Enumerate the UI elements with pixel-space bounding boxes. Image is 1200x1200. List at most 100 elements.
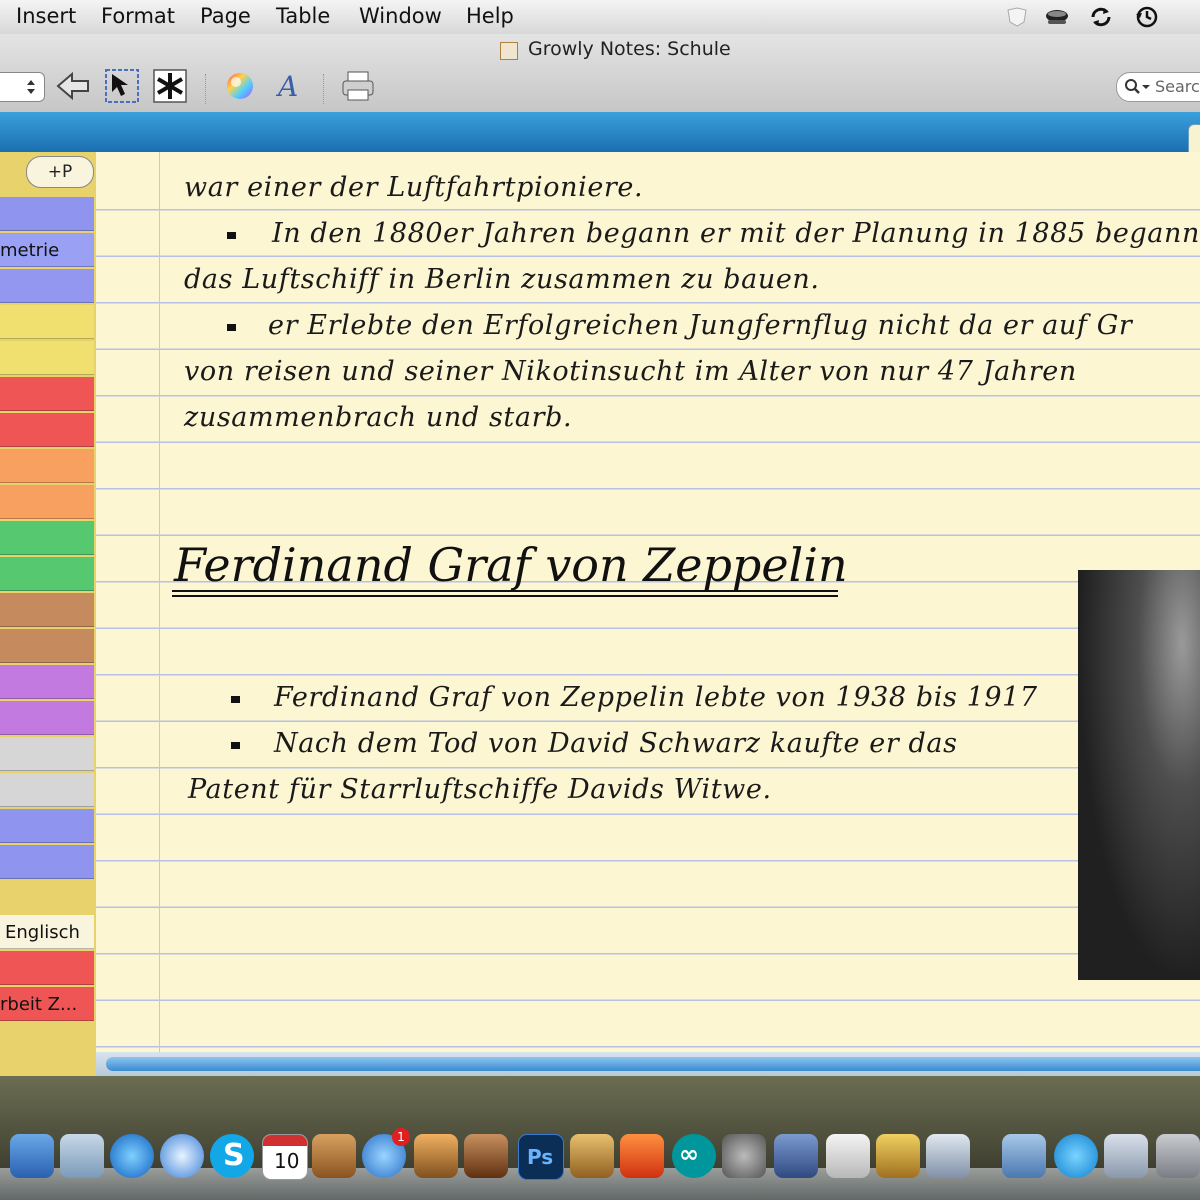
horizontal-scrollbar[interactable] xyxy=(96,1052,1200,1076)
time-machine-icon[interactable] xyxy=(1134,4,1160,30)
section-tab[interactable]: rbeit Z... xyxy=(0,987,94,1021)
itunes-icon[interactable] xyxy=(110,1134,154,1178)
section-tab[interactable] xyxy=(0,629,94,663)
arduino-icon[interactable]: ∞ xyxy=(672,1134,716,1178)
section-tab[interactable] xyxy=(0,197,94,231)
menu-page[interactable]: Page xyxy=(200,4,251,28)
growly-notes-icon[interactable] xyxy=(876,1134,920,1178)
skype-icon[interactable]: S xyxy=(210,1134,254,1178)
section-tab[interactable] xyxy=(0,305,94,339)
note-line[interactable]: war einer der Luftfahrtpioniere. xyxy=(184,172,643,203)
section-tab[interactable]: Englisch xyxy=(0,915,94,949)
zoom-stepper[interactable] xyxy=(0,72,45,102)
section-tab[interactable] xyxy=(0,413,94,447)
section-tab[interactable] xyxy=(0,341,94,375)
zeppelin-portrait-image[interactable] xyxy=(1078,570,1200,980)
trash-icon[interactable] xyxy=(1156,1134,1200,1178)
section-tab[interactable] xyxy=(0,701,94,735)
coffee-cup-icon[interactable] xyxy=(1044,4,1070,30)
garageband-icon[interactable] xyxy=(464,1134,508,1178)
stepper-arrows-icon xyxy=(27,80,35,94)
bullet-icon xyxy=(227,324,236,331)
photo-booth-icon[interactable] xyxy=(926,1134,970,1178)
preview-icon[interactable] xyxy=(60,1134,104,1178)
note-line[interactable]: das Luftschiff in Berlin zusammen zu bau… xyxy=(184,264,820,295)
note-line[interactable]: zusammenbrach und starb. xyxy=(184,402,572,433)
heading-underline xyxy=(172,590,838,592)
menu-help[interactable]: Help xyxy=(466,4,514,28)
finder-icon[interactable] xyxy=(10,1134,54,1178)
toolbar-separator xyxy=(205,74,207,104)
delicious-library-icon[interactable] xyxy=(312,1134,356,1178)
note-line[interactable]: er Erlebte den Erfolgreichen Jungfernflu… xyxy=(268,310,1132,341)
columns-app-icon[interactable] xyxy=(774,1134,818,1178)
menu-insert[interactable]: Insert xyxy=(16,4,76,28)
document-proxy-icon[interactable] xyxy=(500,42,518,60)
section-tab-label: rbeit Z... xyxy=(0,994,78,1015)
section-tab[interactable] xyxy=(0,485,94,519)
search-field[interactable]: Search xyxy=(1116,72,1200,102)
section-tab[interactable]: metrie xyxy=(0,233,94,267)
section-tab[interactable] xyxy=(0,269,94,303)
section-tab[interactable] xyxy=(0,521,94,555)
asterisk-tool-icon[interactable] xyxy=(150,66,190,106)
bullet-icon xyxy=(231,696,240,703)
textedit-icon[interactable] xyxy=(826,1134,870,1178)
section-tab-label: metrie xyxy=(0,240,60,261)
applications-folder-icon[interactable] xyxy=(1002,1134,1046,1178)
color-wheel-icon[interactable] xyxy=(220,66,260,106)
page-corner-tab[interactable] xyxy=(1188,124,1200,154)
menu-window[interactable]: Window xyxy=(359,4,442,28)
section-tab[interactable] xyxy=(0,809,94,843)
calendar-header xyxy=(263,1135,307,1146)
menu-table[interactable]: Table xyxy=(276,4,330,28)
section-tab[interactable] xyxy=(0,557,94,591)
calendar-icon[interactable]: 10 xyxy=(262,1134,308,1180)
note-line[interactable]: Nach dem Tod von David Schwarz kaufte er… xyxy=(274,728,958,759)
note-line[interactable]: Patent für Starrluftschiffe Davids Witwe… xyxy=(188,774,772,805)
section-tab[interactable] xyxy=(0,951,94,985)
firefox-icon[interactable] xyxy=(620,1134,664,1178)
navigate-arrow-icon[interactable] xyxy=(54,66,94,106)
scrollbar-thumb[interactable] xyxy=(106,1057,1200,1071)
photoshop-label: Ps xyxy=(527,1145,554,1169)
window-titlebar: Growly Notes: Schule A Search xyxy=(0,34,1200,113)
mail-icon[interactable] xyxy=(1104,1134,1148,1178)
font-icon[interactable]: A xyxy=(268,66,308,106)
section-tab[interactable] xyxy=(0,377,94,411)
safari-icon[interactable] xyxy=(160,1134,204,1178)
toolbar-separator xyxy=(323,74,325,104)
add-page-button[interactable]: +P xyxy=(26,156,94,188)
section-tab[interactable] xyxy=(0,593,94,627)
photoshop-icon[interactable]: Ps xyxy=(518,1134,564,1180)
sync-icon[interactable] xyxy=(1088,4,1114,30)
window-title: Growly Notes: Schule xyxy=(528,38,731,60)
note-line[interactable]: Ferdinand Graf von Zeppelin lebte von 19… xyxy=(274,682,1038,713)
section-tab[interactable] xyxy=(0,845,94,879)
notebook-header-band xyxy=(0,112,1200,152)
growl-status-icon[interactable] xyxy=(1004,4,1030,30)
section-tab[interactable] xyxy=(0,773,94,807)
selection-tool-icon[interactable] xyxy=(102,66,142,106)
search-icon xyxy=(1125,79,1150,94)
messages-icon[interactable] xyxy=(1054,1134,1098,1178)
app-store-icon[interactable]: 1 xyxy=(362,1128,410,1178)
note-heading[interactable]: Ferdinand Graf von Zeppelin xyxy=(174,538,848,592)
section-tab-label: Englisch xyxy=(5,922,80,943)
svg-text:A: A xyxy=(275,70,298,103)
pages-icon[interactable] xyxy=(570,1134,614,1178)
iphoto-icon[interactable] xyxy=(414,1134,458,1178)
section-tab[interactable] xyxy=(0,449,94,483)
bullet-icon xyxy=(227,232,236,239)
section-tab[interactable] xyxy=(0,737,94,771)
section-tab[interactable] xyxy=(0,665,94,699)
bullet-icon xyxy=(231,742,240,749)
menu-bar: Insert Format Page Table Window Help xyxy=(0,0,1200,35)
print-icon[interactable] xyxy=(338,66,378,106)
note-line[interactable]: von reisen und seiner Nikotinsucht im Al… xyxy=(184,356,1077,387)
menu-format[interactable]: Format xyxy=(101,4,175,28)
note-line[interactable]: In den 1880er Jahren begann er mit der P… xyxy=(272,218,1200,249)
app-store-badge: 1 xyxy=(392,1128,410,1146)
system-preferences-icon[interactable] xyxy=(722,1134,766,1178)
note-page[interactable]: war einer der Luftfahrtpioniere. In den … xyxy=(96,152,1200,1052)
